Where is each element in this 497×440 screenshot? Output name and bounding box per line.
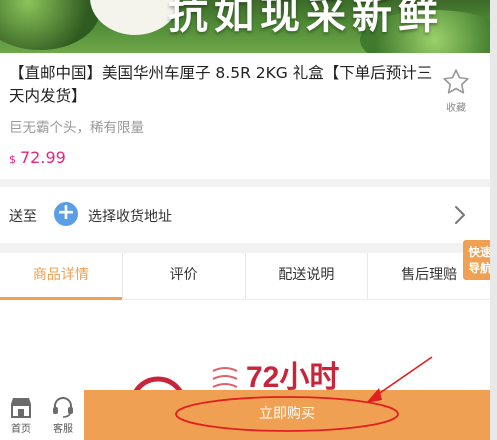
product-info-card: 【直邮中国】美国华州车厘子 8.5R 2KG 礼盒【下单后预计三天内发货】 收藏… — [0, 53, 490, 179]
promo-72-hours-image: 72小时 — [131, 361, 339, 395]
product-detail-content: 72小时 — [0, 300, 490, 395]
star-icon — [443, 69, 469, 94]
buy-now-button[interactable]: 立即购买 — [84, 390, 490, 440]
product-banner-image: 抗如现采新鲜 — [0, 0, 490, 53]
service-label: 客服 — [53, 424, 73, 435]
tab-reviews[interactable]: 评价 — [123, 253, 246, 299]
product-price: $72.99 — [9, 148, 66, 167]
add-address-plus-icon: + — [54, 202, 78, 226]
banner-fruit-shape — [0, 0, 100, 50]
product-title: 【直邮中国】美国华州车厘子 8.5R 2KG 礼盒【下单后预计三天内发货】 — [9, 64, 433, 105]
product-subtitle: 巨无霸个头，稀有限量 — [9, 120, 144, 136]
banner-logo-circle — [90, 0, 180, 35]
headset-icon — [53, 397, 73, 418]
customer-service-button[interactable]: 客服 — [44, 396, 82, 435]
price-value: 72.99 — [20, 148, 66, 167]
address-row[interactable]: 送至 + 选择收货地址 — [0, 187, 490, 243]
tab-delivery-info[interactable]: 配送说明 — [246, 253, 369, 299]
choose-address-label: 选择收货地址 — [88, 209, 172, 225]
banner-slogan: 抗如现采新鲜 — [168, 0, 444, 38]
favorite-label: 收藏 — [446, 103, 466, 114]
store-icon — [11, 398, 31, 418]
home-label: 首页 — [11, 424, 31, 435]
tab-product-details[interactable]: 商品详情 — [0, 253, 123, 300]
bottom-action-bar: 首页 客服 立即购买 — [0, 390, 490, 440]
send-to-label: 送至 — [9, 209, 37, 225]
scrollbar-gutter — [490, 0, 497, 440]
home-nav-button[interactable]: 首页 — [2, 396, 40, 435]
product-tabs: 商品详情 评价 配送说明 售后理赔 — [0, 253, 490, 300]
favorite-button[interactable]: 收藏 — [436, 67, 476, 114]
chevron-right-icon — [455, 206, 465, 224]
price-currency: $ — [9, 153, 16, 166]
